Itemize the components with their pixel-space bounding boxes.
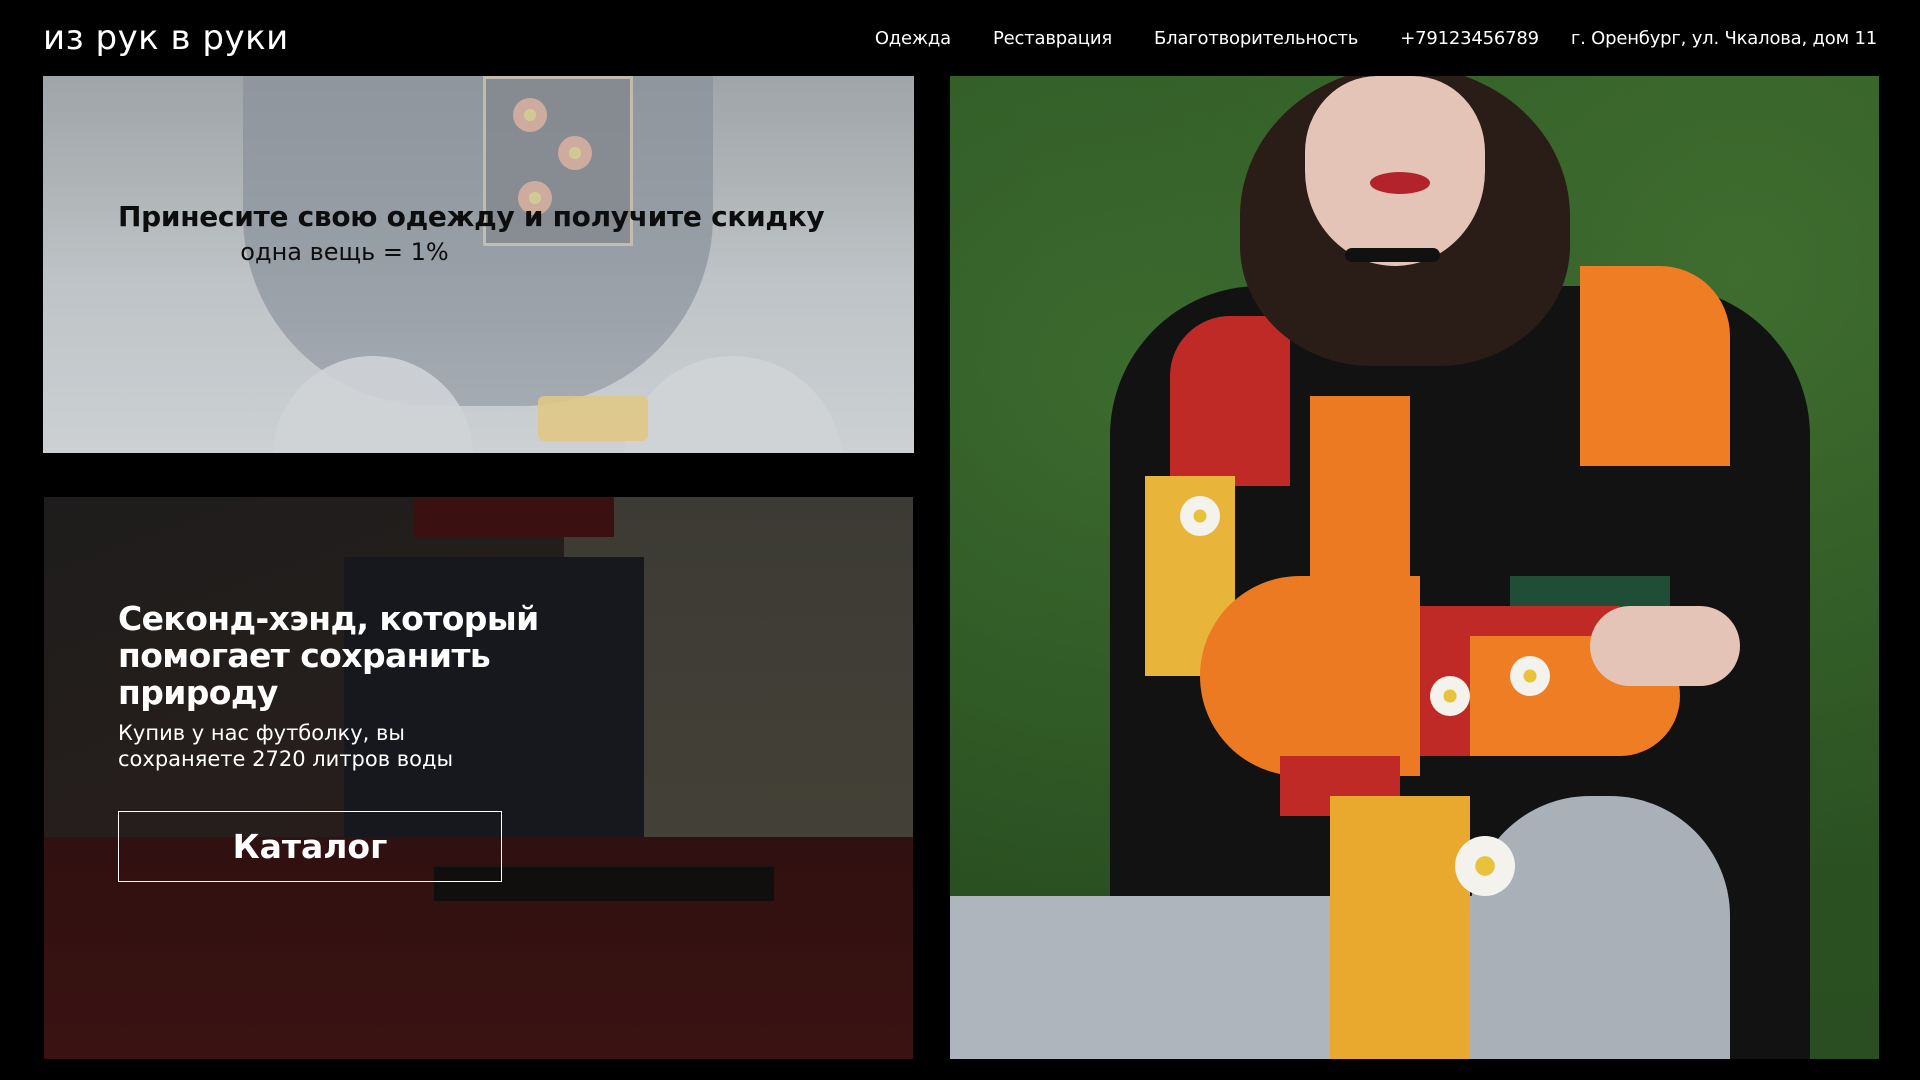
daisy-flower-shape xyxy=(1180,496,1220,536)
promo-title: Принесите свою одежду и получите скидку xyxy=(118,200,825,233)
cardigan-patch xyxy=(1310,396,1410,576)
catalog-button[interactable]: Каталог xyxy=(118,811,502,882)
choker-shape xyxy=(1345,248,1440,262)
nav-restoration-link[interactable]: Реставрация xyxy=(993,28,1112,49)
eco-banner: Секонд-хэнд, который помогает сохранить … xyxy=(44,497,913,1059)
cardigan-patch xyxy=(1170,316,1290,486)
promo-banner: Принесите свою одежду и получите скидку … xyxy=(43,76,914,453)
daisy-flower-shape xyxy=(1510,656,1550,696)
nav-phone-link[interactable]: +79123456789 xyxy=(1400,28,1539,49)
daisy-flower-shape xyxy=(1430,676,1470,716)
eco-description: Купив у нас футболку, вы сохраняете 2720… xyxy=(118,721,454,771)
daisy-flower-shape xyxy=(1455,836,1515,896)
dark-overlay xyxy=(44,497,913,1059)
cardigan-patch xyxy=(1330,796,1470,1059)
jeans-shape xyxy=(1470,796,1730,1059)
nav-address-link[interactable]: г. Оренбург, ул. Чкалова, дом 11 xyxy=(1571,28,1877,49)
hero-photo xyxy=(950,76,1879,1059)
face-shape xyxy=(1305,76,1485,266)
main-nav: Одежда Реставрация Благотворительность +… xyxy=(833,28,1877,49)
cardigan-patch xyxy=(1200,576,1420,776)
nav-clothes-link[interactable]: Одежда xyxy=(875,28,951,49)
nav-charity-link[interactable]: Благотворительность xyxy=(1154,28,1358,49)
hands-shape xyxy=(1590,606,1740,686)
lips-shape xyxy=(1370,172,1430,194)
site-header: из рук в руки Одежда Реставрация Благотв… xyxy=(0,0,1920,76)
promo-subtitle: одна вещь = 1% xyxy=(240,238,449,266)
eco-title: Секонд-хэнд, который помогает сохранить … xyxy=(118,599,539,712)
cardigan-patch xyxy=(1580,266,1730,466)
site-logo[interactable]: из рук в руки xyxy=(43,18,289,58)
